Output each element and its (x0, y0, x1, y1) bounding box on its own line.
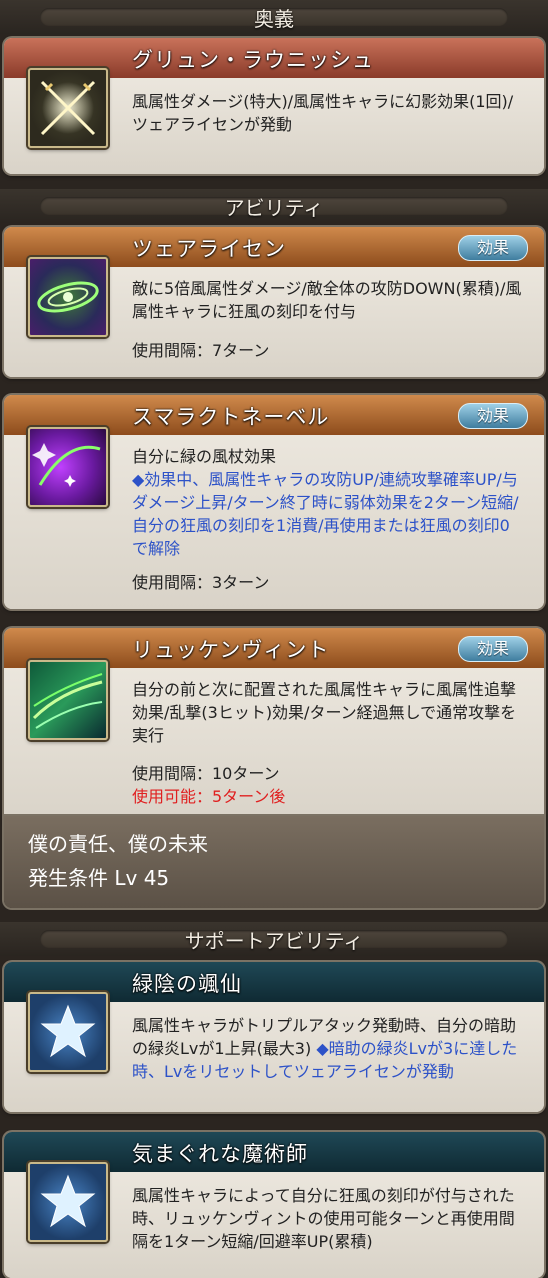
unlock-condition: 発生条件 Lv 45 (28, 866, 170, 890)
ability-cooldown: 使用間隔：3ターン (132, 573, 270, 592)
ability-description: 自分の前と次に配置された風属性キャラに風属性追撃効果/乱撃(3ヒット)効果/ター… (132, 680, 517, 745)
section-title: サポートアビリティ (184, 929, 364, 953)
section-header-ougi: 奥義 (0, 0, 548, 34)
ability-cooldown: 使用間隔：10ターン (132, 764, 280, 783)
support-name: 緑陰の颯仙 (132, 972, 242, 996)
effect-button[interactable]: 効果 (458, 403, 528, 429)
ability-description: 敵に5倍風属性ダメージ/敵全体の攻防DOWN(累積)/風属性キャラに狂風の刻印を… (132, 279, 522, 321)
support-description: 風属性キャラによって自分に狂風の刻印が付与された時、リュッケンヴィントの使用可能… (132, 1186, 515, 1251)
ougi-card[interactable]: グリュン・ラウニッシュ 風属性ダメージ(特大)/風属性キャラに幻影効果(1回)/… (4, 38, 544, 174)
purple-sparkle-icon (28, 427, 108, 507)
section-title: アビリティ (224, 196, 324, 220)
ability-name: ツェアライセン (132, 237, 286, 261)
support-description: 風属性キャラがトリプルアタック発動時、自分の暗助の緑炎Lvが1上昇(最大3) ◆… (132, 1014, 522, 1083)
section-header-support: サポートアビリティ (0, 922, 548, 956)
section-title: 奥義 (254, 7, 294, 31)
ability-card-2[interactable]: スマラクトネーベル 効果 自分に緑の風杖効果 ◆効果中、風属性キャラの攻防UP/… (4, 395, 544, 609)
ability-name: リュッケンヴィント (132, 638, 330, 662)
ability-name: スマラクトネーベル (132, 405, 330, 429)
support-name: 気まぐれな魔術師 (132, 1142, 308, 1166)
green-vortex-icon (28, 257, 108, 337)
effect-button[interactable]: 効果 (458, 636, 528, 662)
crossed-swords-icon (28, 68, 108, 148)
support-card-2[interactable]: 気まぐれな魔術師 風属性キャラによって自分に狂風の刻印が付与された時、リュッケン… (4, 1132, 544, 1278)
ougi-description: 風属性ダメージ(特大)/風属性キャラに幻影効果(1回)/ツェアライセンが発動 (132, 92, 514, 134)
ability-cooldown: 使用間隔：7ターン (132, 341, 270, 360)
green-wind-icon (28, 660, 108, 740)
star-icon (28, 992, 108, 1072)
unlock-name: 僕の責任、僕の未来 (28, 832, 208, 856)
ability-description: 自分に緑の風杖効果 ◆効果中、風属性キャラの攻防UP/連続攻撃確率UP/与ダメー… (132, 445, 522, 560)
effect-button[interactable]: 効果 (458, 235, 528, 261)
ability-description-main: 自分に緑の風杖効果 (132, 447, 277, 466)
star-icon (28, 1162, 108, 1242)
unlock-panel: 僕の責任、僕の未来 発生条件 Lv 45 (4, 816, 544, 908)
ability-card-3[interactable]: リュッケンヴィント 効果 自分の前と次に配置された風属性キャラに風属性追撃効果/… (4, 628, 544, 824)
ougi-name: グリュン・ラウニッシュ (132, 48, 374, 72)
section-header-ability: アビリティ (0, 189, 548, 223)
support-card-1[interactable]: 緑陰の颯仙 風属性キャラがトリプルアタック発動時、自分の暗助の緑炎Lvが1上昇(… (4, 962, 544, 1112)
ability-card-1[interactable]: ツェアライセン 効果 敵に5倍風属性ダメージ/敵全体の攻防DOWN(累積)/風属… (4, 227, 544, 377)
ability-meta: 使用間隔：10ターン 使用可能：5ターン後 (132, 762, 285, 808)
ability-availability: 使用可能：5ターン後 (132, 787, 286, 806)
ability-description-detail: ◆効果中、風属性キャラの攻防UP/連続攻撃確率UP/与ダメージ上昇/ターン終了時… (132, 470, 519, 558)
